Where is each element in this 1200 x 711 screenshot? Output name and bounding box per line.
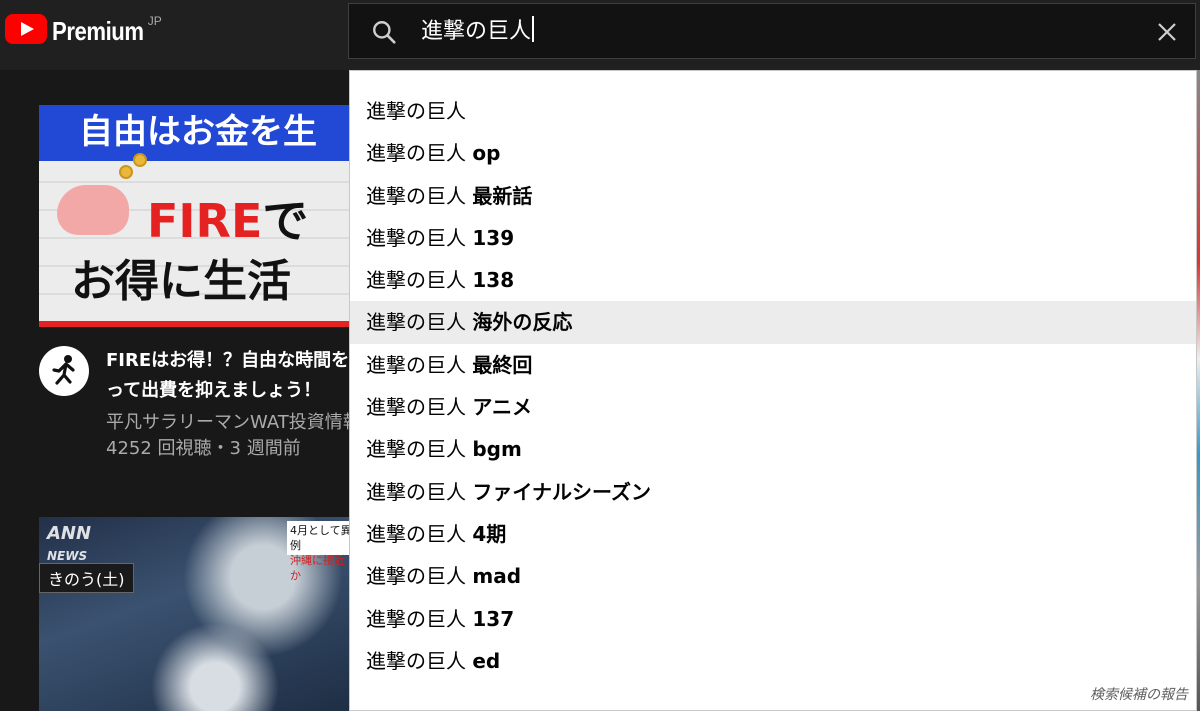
video-thumbnail[interactable]: ANN NEWS きのう(土) 4月として異例 沖縄に接近か	[39, 517, 359, 711]
suggestion-item[interactable]: 進撃の巨人 op	[350, 132, 1196, 174]
caption-line1: 4月として異例	[290, 524, 352, 552]
suggestion-typed-text: 進撃の巨人	[366, 268, 466, 293]
suggestion-typed-text: 進撃の巨人	[366, 183, 466, 208]
suggestion-typed-text: 進撃の巨人	[366, 310, 466, 335]
suggestion-item[interactable]: 進撃の巨人 アニメ	[350, 386, 1196, 428]
running-person-icon	[52, 355, 75, 385]
suggestion-completion-text: アニメ	[472, 395, 532, 420]
suggestion-list: 進撃の巨人 進撃の巨人 op 進撃の巨人 最新話 進撃の巨人 139 進撃の巨人 138…	[350, 71, 1196, 682]
search-input-value: 進撃の巨人	[421, 19, 532, 44]
youtube-premium-logo[interactable]: Premium JP	[5, 14, 162, 48]
suggestion-completion-text: 138	[472, 268, 515, 293]
suggestion-item[interactable]: 進撃の巨人 137	[350, 598, 1196, 640]
suggestion-completion-text: 最終回	[472, 352, 533, 377]
video-title[interactable]: FIREはお得！？自由な時間を って出費を抑えましょう！	[106, 346, 356, 406]
ann-text: ANN	[47, 523, 92, 544]
masthead: Premium JP 進撃の巨人	[0, 0, 1200, 70]
suggestion-item[interactable]: 進撃の巨人 4期	[350, 513, 1196, 555]
search-box[interactable]: 進撃の巨人	[348, 3, 1196, 59]
suggestion-completion-text: bgm	[472, 437, 522, 462]
suggestion-item[interactable]: 進撃の巨人 ファイナルシーズン	[350, 471, 1196, 513]
caption-line2: 沖縄に接近か	[290, 554, 345, 582]
page: Premium JP 進撃の巨人 自由はお金を生 FIREで お得に生活 FIR…	[0, 0, 1200, 711]
logo-region: JP	[147, 14, 162, 28]
suggestion-completion-text: 最新話	[472, 183, 533, 208]
report-suggestions-link[interactable]: 検索候補の報告	[1090, 684, 1188, 704]
suggestion-item[interactable]: 進撃の巨人 海外の反応	[350, 301, 1196, 344]
logo-text: Premium	[52, 16, 144, 46]
suggestion-typed-text: 進撃の巨人	[366, 648, 466, 673]
youtube-play-icon	[5, 14, 47, 44]
video-title-line1: FIREはお得！？自由な時間を	[106, 350, 350, 371]
suggestion-item[interactable]: 進撃の巨人 bgm	[350, 428, 1196, 470]
thumbnail-fire-word: FIRE	[147, 194, 263, 248]
suggestion-item[interactable]: 進撃の巨人 138	[350, 259, 1196, 301]
search-icon[interactable]	[371, 19, 397, 45]
suggestion-item[interactable]: 進撃の巨人 mad	[350, 555, 1196, 597]
video-thumbnail[interactable]: 自由はお金を生 FIREで お得に生活	[39, 105, 359, 327]
suggestion-completion-text: op	[472, 141, 501, 166]
suggestion-typed-text: 進撃の巨人	[366, 395, 466, 420]
suggestion-item[interactable]: 進撃の巨人 139	[350, 217, 1196, 259]
video-title-line2: って出費を抑えましょう！	[106, 380, 322, 401]
text-caret	[532, 16, 535, 42]
suggestion-item[interactable]: 進撃の巨人 ed	[350, 640, 1196, 682]
suggestion-completion-text: mad	[472, 564, 522, 589]
thumbnail-date-label: きのう(土)	[39, 563, 134, 593]
thumbnail-subtitle-text: お得に生活	[71, 256, 291, 307]
suggestion-typed-text: 進撃の巨人	[366, 606, 466, 631]
suggestion-typed-text: 進撃の巨人	[366, 437, 466, 462]
suggestion-completion-text: 海外の反応	[472, 310, 573, 335]
suggestion-typed-text: 進撃の巨人	[366, 352, 466, 377]
video-meta: 4252 回視聴・3 週間前	[106, 438, 301, 459]
suggestion-completion-text: 139	[472, 225, 515, 250]
suggestion-typed-text: 進撃の巨人	[366, 99, 466, 123]
search-input[interactable]: 進撃の巨人	[421, 16, 535, 48]
suggestion-completion-text: 137	[472, 606, 515, 631]
thumbnail-fire-text: FIREで	[147, 185, 308, 251]
thumbnail-caption: 4月として異例 沖縄に接近か	[287, 521, 357, 582]
thumbnail-de-word: で	[262, 194, 309, 248]
thumbnail-banner-text: 自由はお金を生	[39, 105, 359, 161]
suggestion-completion-text: 4期	[472, 521, 507, 546]
channel-avatar[interactable]	[39, 346, 89, 396]
suggestion-completion-text: ed	[472, 648, 501, 673]
news-text: NEWS	[47, 549, 88, 563]
close-icon[interactable]	[1155, 20, 1179, 44]
coin-icon	[133, 153, 147, 167]
piggy-bank-icon	[57, 185, 129, 235]
suggestion-typed-text: 進撃の巨人	[366, 225, 466, 250]
channel-name[interactable]: 平凡サラリーマンWAT投資情報	[106, 408, 351, 434]
ann-news-logo: ANN NEWS	[47, 523, 91, 565]
suggestion-typed-text: 進撃の巨人	[366, 521, 466, 546]
suggestion-typed-text: 進撃の巨人	[366, 141, 466, 166]
suggestion-completion-text: ファイナルシーズン	[472, 479, 651, 504]
coin-icon	[119, 165, 133, 179]
suggestion-item[interactable]: 進撃の巨人 最新話	[350, 175, 1196, 217]
search-suggestions-dropdown: 進撃の巨人 進撃の巨人 op 進撃の巨人 最新話 進撃の巨人 139 進撃の巨人 138…	[349, 70, 1197, 711]
suggestion-item[interactable]: 進撃の巨人 最終回	[350, 344, 1196, 386]
suggestion-typed-text: 進撃の巨人	[366, 564, 466, 589]
suggestion-typed-text: 進撃の巨人	[366, 479, 466, 504]
suggestion-item[interactable]: 進撃の巨人	[350, 90, 1196, 132]
